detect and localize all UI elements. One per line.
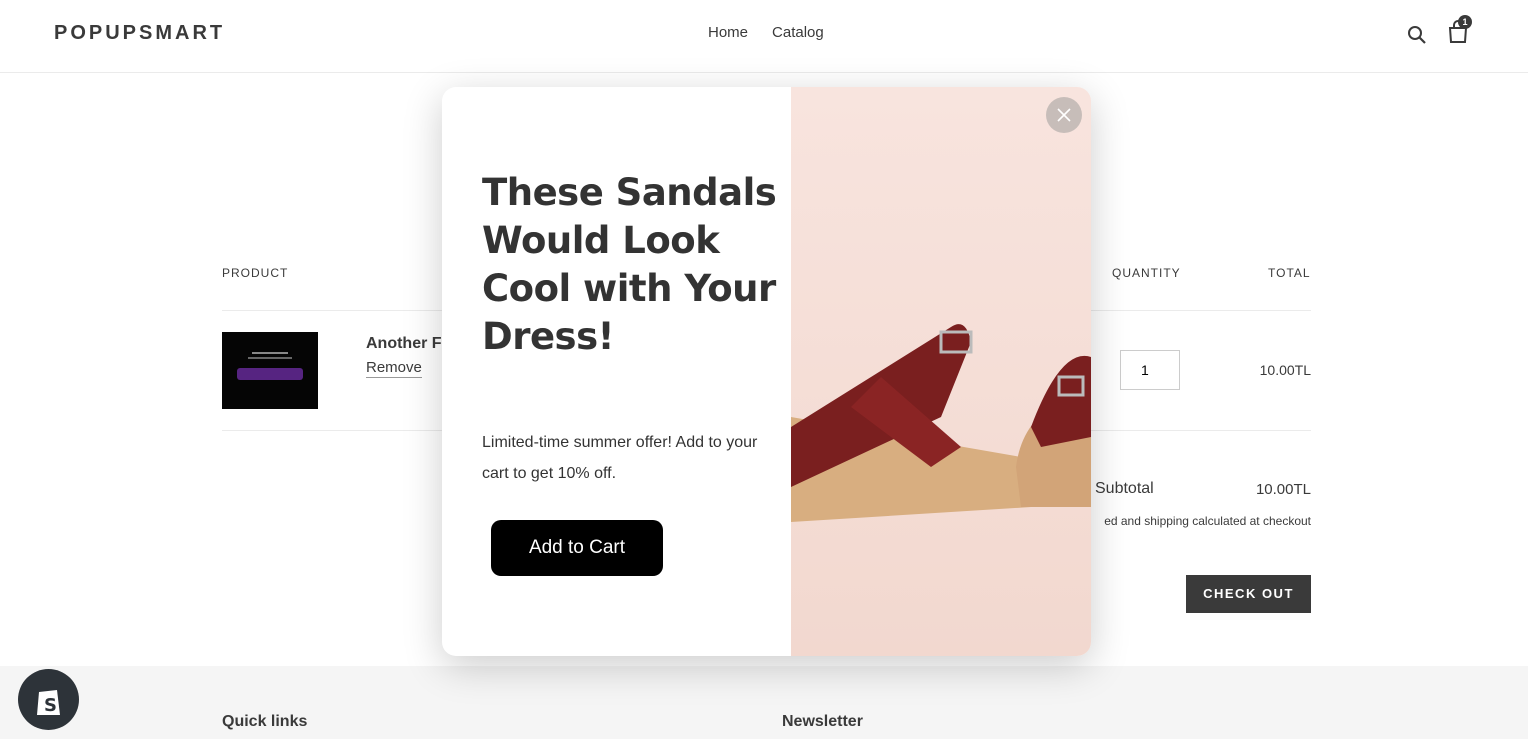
product-name[interactable]: Another F [366,335,442,353]
popup-title: These Sandals Would Look Cool with Your … [482,171,777,358]
popup-modal: These Sandals Would Look Cool with Your … [442,87,1091,656]
logo[interactable]: POPUPSMART [54,22,225,45]
subtotal-label: Subtotal [1095,480,1154,497]
close-icon[interactable] [1046,97,1082,133]
popup-description: Limited-time summer offer! Add to your c… [482,434,758,482]
svg-text:S: S [44,695,57,716]
header-product: PRODUCT [222,266,289,280]
add-to-cart-button[interactable]: Add to Cart [491,520,663,576]
remove-link[interactable]: Remove [366,359,422,378]
main-nav: Home Catalog [708,24,824,41]
checkout-button[interactable]: CHECK OUT [1186,575,1311,613]
taxes-note-text: ed and shipping calculated at checkout [1104,514,1311,528]
cart-count-badge: 1 [1458,15,1472,29]
product-thumbnail[interactable] [222,332,318,409]
header-total: TOTAL [1268,266,1311,280]
subtotal-value: 10.00TL [1255,481,1311,498]
sandals-image [791,87,1091,656]
nav-catalog[interactable]: Catalog [772,24,824,41]
quantity-input[interactable]: 1 [1120,350,1180,390]
header-quantity: QUANTITY [1112,266,1181,280]
shopify-icon[interactable]: S [18,669,79,730]
nav-home[interactable]: Home [708,24,748,41]
site-header: POPUPSMART Home Catalog 1 [0,0,1528,73]
taxes-note: ed and shipping calculated at checkout [1081,514,1311,528]
footer-quick-links: Quick links [222,713,308,730]
line-total: 10.00TL [1259,362,1311,378]
search-icon[interactable] [1407,25,1427,50]
footer-newsletter: Newsletter [782,713,863,730]
